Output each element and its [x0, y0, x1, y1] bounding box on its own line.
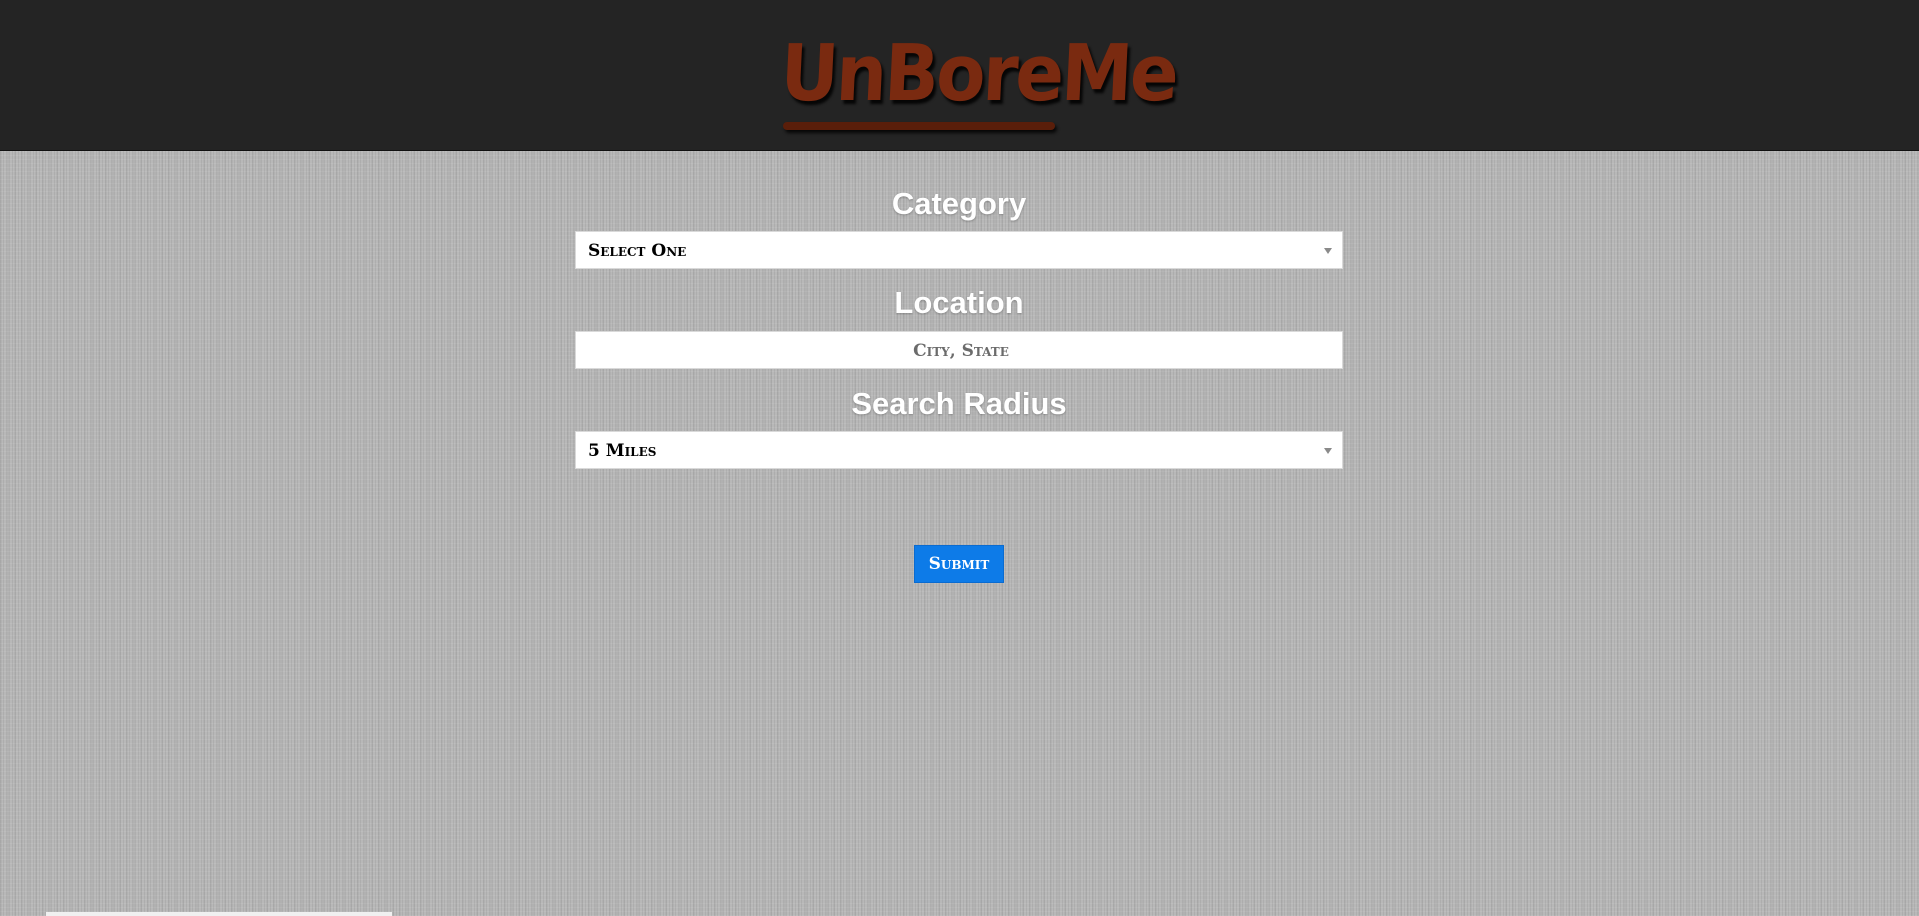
category-selected-value: Select One [588, 241, 687, 261]
submit-button[interactable]: Submit [914, 545, 1004, 583]
search-radius-label: Search Radius [851, 386, 1067, 421]
bottom-scrollbar-strip [46, 912, 392, 916]
chevron-down-icon [1324, 248, 1332, 254]
location-field[interactable] [575, 331, 1346, 370]
logo-text: UnBoreMe [778, 29, 1179, 119]
category-label: Category [891, 186, 1027, 221]
logo-underline [783, 122, 1055, 130]
location-label: Location [894, 285, 1024, 320]
header: UnBoreMe [0, 0, 1919, 151]
search-radius-select[interactable]: 5 Miles [575, 431, 1343, 469]
location-input[interactable] [576, 332, 1346, 370]
category-select[interactable]: Select One [575, 231, 1343, 269]
chevron-down-icon [1324, 448, 1332, 454]
search-form: Category Select One Location Search Radi… [575, 150, 1346, 469]
logo[interactable]: UnBoreMe [778, 24, 1178, 134]
search-radius-selected-value: 5 Miles [588, 441, 657, 461]
